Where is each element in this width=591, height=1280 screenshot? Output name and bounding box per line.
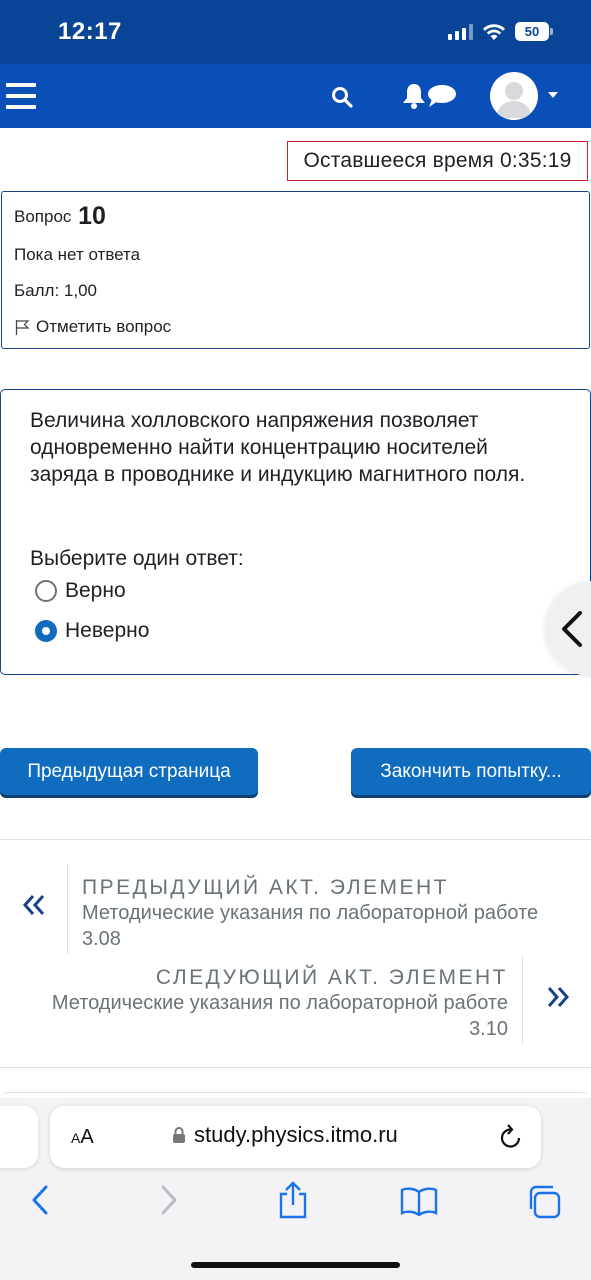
menu-icon[interactable] (6, 83, 36, 109)
flag-question-button[interactable]: Отметить вопрос (14, 317, 171, 337)
question-state: Пока нет ответа (14, 245, 141, 264)
next-activity-link[interactable]: СЛЕДУЮЩИЙ АКТ. ЭЛЕМЕНТ Методические указ… (30, 966, 508, 1042)
question-number: Вопрос 10 (14, 202, 106, 231)
chevron-down-icon[interactable] (548, 92, 558, 98)
answer-option-label: Верно (65, 579, 126, 602)
answer-option-false[interactable]: Неверно (35, 619, 149, 643)
app-navbar (0, 64, 591, 128)
user-icon (496, 82, 532, 118)
previous-activity-label: ПРЕДЫДУЩИЙ АКТ. ЭЛЕМЕНТ (82, 876, 450, 899)
cellular-signal-icon (448, 23, 473, 40)
next-activity-label: СЛЕДУЮЩИЙ АКТ. ЭЛЕМЕНТ (155, 966, 508, 989)
browser-toolbar: AA study.physics.itmo.ru (0, 1098, 591, 1280)
divider (522, 955, 523, 1045)
finish-attempt-button[interactable]: Закончить попытку... (351, 748, 591, 795)
quiz-timer: Оставшееся время 0:35:19 (287, 141, 588, 181)
url-text: study.physics.itmo.ru (194, 1122, 398, 1147)
battery-icon: 50 (515, 22, 553, 41)
flag-icon (15, 320, 30, 335)
question-info-panel: Вопрос 10 Пока нет ответа Балл: 1,00 Отм… (1, 191, 590, 349)
previous-activity-title: Методические указания по лабораторной ра… (82, 902, 539, 950)
status-icons: 50 (448, 22, 553, 41)
question-label: Вопрос (14, 207, 72, 226)
divider (67, 864, 68, 954)
address-bar[interactable]: AA study.physics.itmo.ru (50, 1106, 541, 1168)
url-display[interactable]: study.physics.itmo.ru (172, 1122, 398, 1148)
battery-level: 50 (515, 22, 549, 41)
answer-option-true[interactable]: Верно (35, 579, 126, 603)
divider (0, 1067, 591, 1068)
chevron-left-icon (562, 611, 582, 647)
previous-activity-link[interactable]: ПРЕДЫДУЩИЙ АКТ. ЭЛЕМЕНТ Методические ука… (82, 876, 552, 952)
previous-activity-arrow-icon[interactable] (22, 893, 46, 922)
question-text: Величина холловского напряжения позволяе… (30, 409, 526, 486)
answer-option-label: Неверно (65, 619, 150, 642)
share-icon[interactable] (277, 1180, 309, 1220)
home-indicator (191, 1262, 400, 1268)
notifications-messages-icon[interactable] (402, 82, 458, 110)
bookmarks-icon[interactable] (400, 1186, 438, 1216)
flag-question-label: Отметить вопрос (36, 317, 172, 336)
status-bar: 12:17 50 (0, 0, 591, 64)
search-icon[interactable] (330, 85, 354, 109)
lock-icon (173, 1127, 185, 1143)
back-icon[interactable] (26, 1184, 54, 1216)
tabs-icon[interactable] (526, 1184, 562, 1220)
wifi-icon (483, 23, 505, 40)
previous-page-button[interactable]: Предыдущая страница (0, 748, 258, 795)
reader-settings-button[interactable]: AA (71, 1126, 94, 1149)
radio-button-checked[interactable] (35, 620, 57, 642)
question-number-value: 10 (78, 202, 106, 230)
answer-prompt: Выберите один ответ: (30, 547, 244, 570)
next-activity-arrow-icon[interactable] (546, 985, 570, 1014)
previous-tab-preview[interactable] (0, 1106, 38, 1168)
next-activity-title: Методические указания по лабораторной ра… (51, 992, 508, 1040)
divider (0, 839, 591, 840)
question-grade: Балл: 1,00 (14, 281, 97, 300)
status-time: 12:17 (58, 18, 122, 45)
reload-icon[interactable] (498, 1123, 524, 1151)
forward-icon[interactable] (155, 1184, 183, 1216)
radio-button[interactable] (35, 580, 57, 602)
user-avatar[interactable] (490, 72, 538, 120)
question-content: Величина холловского напряжения позволяе… (0, 389, 591, 675)
